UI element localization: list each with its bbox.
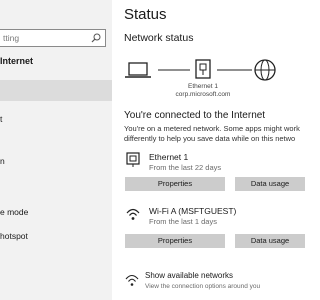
search-placeholder: tting [3,33,20,43]
wifi-data-usage-button[interactable]: Data usage [235,234,305,248]
nav-item-airplane-mode[interactable]: e mode [0,207,28,217]
nav-item-1[interactable]: t [0,114,2,124]
search-box[interactable]: tting [0,29,106,47]
metered-notice-line-1: You're on a metered network. Some apps m… [124,124,300,133]
ethernet-adapter-icon [195,59,211,79]
nav-group-title: Internet [0,56,34,66]
wifi-properties-button[interactable]: Properties [125,234,225,248]
connection-status-title: You're connected to the Internet [124,110,266,121]
adapter-name-label: Ethernet 1 [188,83,218,90]
domain-label: corp.microsoft.com [175,91,231,98]
network-usage-wifi: From the last 1 days [149,217,217,226]
ethernet-data-usage-button[interactable]: Data usage [235,177,305,191]
status-page: Status Network status Ethernet 1 corp.mi… [112,0,305,300]
nav-item-2[interactable]: n [0,156,5,166]
wifi-icon [126,208,140,220]
network-diagram: Ethernet 1 corp.microsoft.com [122,58,300,100]
network-name-ethernet: Ethernet 1 [149,152,189,162]
network-usage-ethernet: From the last 22 days [149,163,222,172]
navigation-pane: tting Internet t n e mode hotspot [0,0,112,300]
metered-notice-line-2: differently to help you save data while … [124,134,296,143]
laptop-icon [125,62,151,78]
network-name-wifi: Wi-Fi A (MSFTGUEST) [149,206,237,216]
globe-icon [254,59,276,81]
section-title: Network status [124,32,194,44]
search-icon[interactable] [91,33,101,43]
ethernet-properties-button[interactable]: Properties [125,177,225,191]
page-title: Status [124,6,167,23]
show-available-networks-description: View the connection options around you [145,283,261,290]
available-networks-icon[interactable] [125,272,139,288]
nav-item-status-selected[interactable] [0,80,112,101]
ethernet-icon [126,152,140,167]
nav-item-mobile-hotspot[interactable]: hotspot [0,231,28,241]
show-available-networks-link[interactable]: Show available networks [145,271,233,280]
